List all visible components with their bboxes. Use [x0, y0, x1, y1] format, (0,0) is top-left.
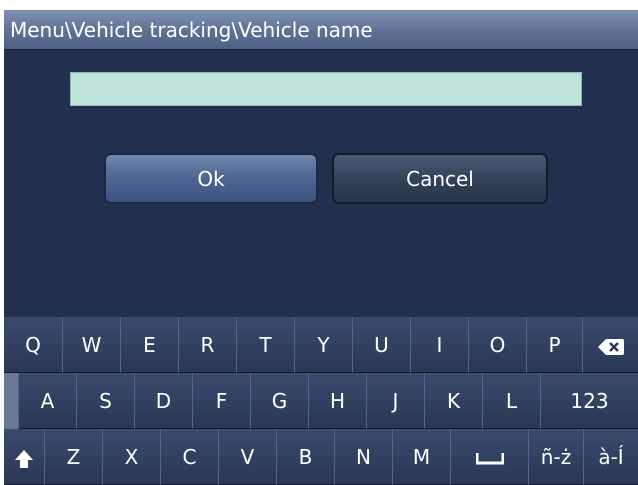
backspace-icon: [597, 333, 624, 357]
app-window: Menu\Vehicle tracking\Vehicle name Ok Ca…: [4, 10, 638, 485]
key-x[interactable]: X: [102, 429, 160, 485]
key-c[interactable]: C: [160, 429, 218, 485]
key-s[interactable]: S: [76, 373, 134, 429]
cancel-button[interactable]: Cancel: [332, 153, 548, 204]
key-b[interactable]: B: [276, 429, 334, 485]
key-u[interactable]: U: [352, 317, 410, 373]
key-n[interactable]: N: [334, 429, 392, 485]
backspace-key[interactable]: [582, 317, 638, 373]
ok-button[interactable]: Ok: [104, 153, 318, 204]
key-p[interactable]: P: [526, 317, 582, 373]
key-g[interactable]: G: [250, 373, 308, 429]
breadcrumb-title: Menu\Vehicle tracking\Vehicle name: [4, 10, 638, 50]
space-icon: [475, 445, 504, 469]
key-k[interactable]: K: [424, 373, 482, 429]
key-e[interactable]: E: [120, 317, 178, 373]
onscreen-keyboard: Q W E R T Y U I O P A S D F G H J K L 12…: [4, 317, 638, 485]
keyboard-row-1: Q W E R T Y U I O P: [4, 317, 638, 373]
key-v[interactable]: V: [218, 429, 276, 485]
space-key[interactable]: [450, 429, 528, 485]
key-r[interactable]: R: [178, 317, 236, 373]
numbers-key[interactable]: 123: [540, 373, 638, 429]
key-h[interactable]: H: [308, 373, 366, 429]
special-letters-key[interactable]: à-Í: [583, 429, 638, 485]
key-f[interactable]: F: [192, 373, 250, 429]
accent-letters-key[interactable]: ñ-ż: [528, 429, 583, 485]
key-j[interactable]: J: [366, 373, 424, 429]
key-t[interactable]: T: [236, 317, 294, 373]
key-i[interactable]: I: [410, 317, 468, 373]
keyboard-row-2: A S D F G H J K L 123: [4, 373, 638, 429]
shift-key[interactable]: [4, 429, 44, 485]
key-w[interactable]: W: [62, 317, 120, 373]
key-d[interactable]: D: [134, 373, 192, 429]
key-q[interactable]: Q: [4, 317, 62, 373]
key-o[interactable]: O: [468, 317, 526, 373]
key-z[interactable]: Z: [44, 429, 102, 485]
key-a[interactable]: A: [18, 373, 76, 429]
key-m[interactable]: M: [392, 429, 450, 485]
vehicle-name-input[interactable]: [70, 72, 582, 106]
keyboard-row-3: Z X C V B N M ñ-ż à-Í: [4, 429, 638, 485]
key-l[interactable]: L: [482, 373, 540, 429]
key-y[interactable]: Y: [294, 317, 352, 373]
shift-icon: [14, 445, 34, 469]
